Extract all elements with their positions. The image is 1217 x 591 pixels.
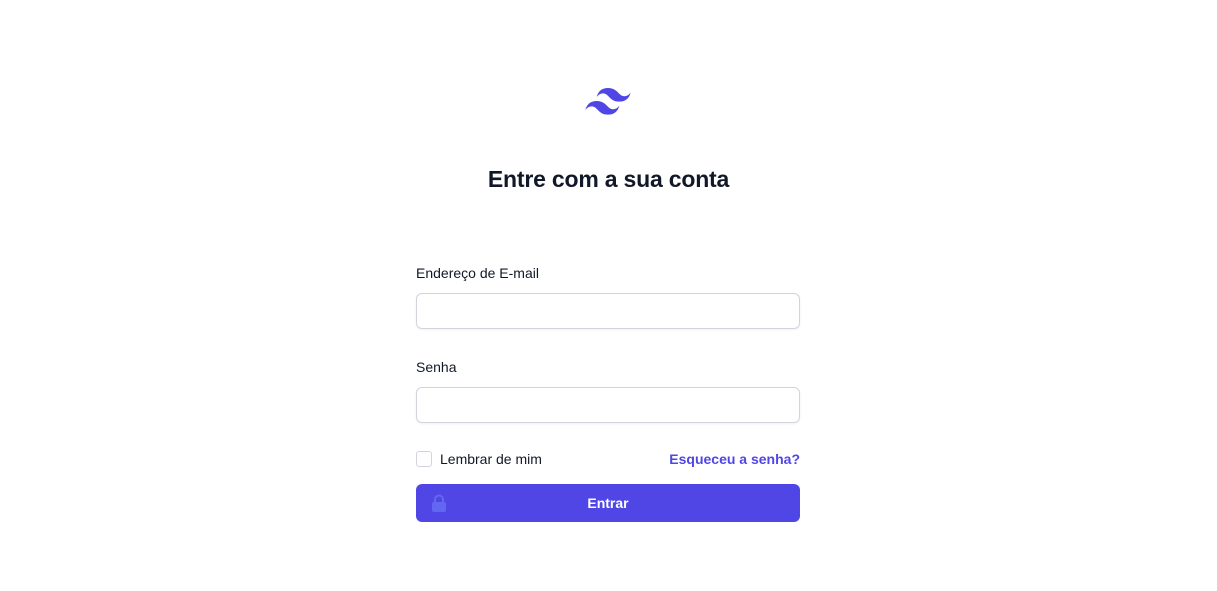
password-field[interactable] — [416, 387, 800, 423]
remember-checkbox[interactable] — [416, 451, 432, 467]
page-title: Entre com a sua conta — [487, 166, 730, 192]
tailwind-logo-icon — [585, 88, 631, 115]
login-button[interactable]: Entrar — [416, 484, 800, 522]
password-label: Senha — [416, 359, 457, 375]
login-button-label: Entrar — [587, 495, 629, 511]
login-page: Entre com a sua conta Endereço de E-mail… — [0, 0, 1217, 591]
remember-row: Lembrar de mim Esqueceu a senha? — [416, 450, 800, 468]
email-field[interactable] — [416, 293, 800, 329]
lock-icon — [432, 494, 446, 512]
forgot-password-link[interactable]: Esqueceu a senha? — [669, 450, 800, 468]
email-label: Endereço de E-mail — [416, 265, 539, 281]
remember-label[interactable]: Lembrar de mim — [440, 450, 542, 468]
login-form: Endereço de E-mail Senha Lembrar de mim … — [416, 264, 800, 522]
